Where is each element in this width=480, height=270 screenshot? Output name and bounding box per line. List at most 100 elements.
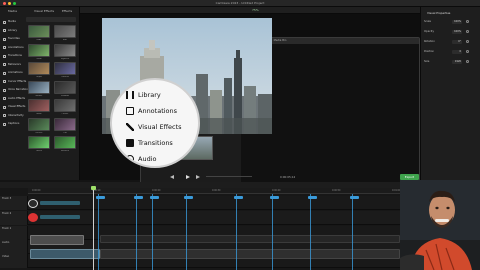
sidebar-item[interactable]: Behaviors [2, 61, 26, 69]
property-value-field[interactable]: 100% [452, 29, 462, 34]
ruler-time-label: 0:00:30 [212, 188, 221, 192]
timeline-marker-flag[interactable] [270, 196, 279, 199]
track-header[interactable]: Audio [0, 240, 28, 254]
tab-visual-effects[interactable]: Visual Effects [34, 8, 54, 15]
property-knob-icon[interactable] [466, 60, 469, 63]
timeline-marker[interactable] [352, 194, 353, 270]
effect-thumbnail[interactable] [28, 62, 50, 75]
sidebar-item-icon [3, 97, 6, 100]
scrub-bar[interactable] [206, 176, 252, 177]
property-label: Size [424, 60, 430, 63]
effect-thumbnail[interactable] [54, 43, 76, 57]
sidebar-item-icon [3, 88, 6, 92]
maximize-window-button[interactable] [13, 2, 16, 5]
sidebar-item[interactable]: Audio Effects [2, 95, 26, 103]
sidebar-item[interactable]: Voice Narration [2, 86, 28, 94]
sidebar-item[interactable]: Transitions [2, 52, 26, 60]
timeline-marker-flag[interactable] [96, 196, 105, 199]
effect-thumbnail[interactable] [28, 43, 50, 57]
effect-thumbnail[interactable] [54, 80, 76, 94]
library-icon [126, 91, 134, 99]
property-knob-icon[interactable] [466, 20, 469, 23]
track-header[interactable]: Track 2 [0, 211, 28, 225]
effect-thumbnail-label: Sepia [36, 76, 42, 78]
timeline-marker-flag[interactable] [150, 196, 159, 199]
effect-thumbnail-label: Green [35, 150, 43, 152]
video-clip[interactable] [30, 249, 100, 259]
property-value-field[interactable]: 1920 [452, 59, 462, 64]
sidebar-item-icon [3, 80, 6, 83]
sidebar-item[interactable]: Library [2, 27, 26, 35]
sidebar-item-icon [3, 20, 6, 24]
property-value-field[interactable]: 0° [452, 39, 462, 44]
sidebar-item[interactable]: Visual Effects [2, 103, 26, 111]
zoom-level[interactable]: 75% [252, 8, 259, 12]
sidebar-item-icon [3, 63, 6, 66]
video-clip-long[interactable] [100, 249, 400, 259]
property-knob-icon[interactable] [466, 30, 469, 33]
timeline-ruler[interactable]: 0:00:00 0:00:10 0:00:20 0:00:30 0:00:40 0:00:… [28, 188, 408, 194]
timeline-marker-flag[interactable] [134, 196, 143, 199]
effect-thumbnail[interactable] [28, 80, 50, 94]
timeline-marker-flag[interactable] [350, 196, 359, 199]
property-knob-icon[interactable] [466, 50, 469, 53]
tab-effects[interactable]: Effects [62, 8, 72, 15]
minimize-window-button[interactable] [8, 2, 11, 5]
effect-thumbnail[interactable] [54, 136, 76, 149]
effect-clip[interactable] [40, 215, 80, 219]
sidebar-item[interactable]: Cursor Effects [2, 78, 26, 86]
timeline-marker[interactable] [236, 194, 237, 270]
track-header[interactable]: Track 1 [0, 226, 28, 240]
webcam-presenter [400, 180, 480, 270]
effect-thumbnail[interactable] [54, 25, 76, 38]
timeline-marker-flag[interactable] [308, 196, 317, 199]
ruler-time-label: 0:00:40 [272, 188, 281, 192]
sidebar-item[interactable]: Media [2, 18, 26, 26]
search-input[interactable] [26, 17, 76, 22]
playhead-handle[interactable] [91, 186, 96, 190]
timeline-marker[interactable] [98, 194, 99, 270]
step-back-icon[interactable] [170, 175, 174, 179]
effect-thumbnail[interactable] [54, 99, 76, 112]
transitions-icon [126, 139, 134, 147]
effect-thumbnail[interactable] [28, 99, 50, 112]
timeline-marker[interactable] [272, 194, 273, 270]
effect-thumbnail[interactable] [28, 25, 50, 38]
sidebar-item-icon [3, 122, 6, 126]
property-knob-icon[interactable] [466, 40, 469, 43]
timeline-marker[interactable] [186, 194, 187, 270]
effect-thumbnail[interactable] [28, 117, 50, 131]
timeline-marker-flag[interactable] [184, 196, 193, 199]
effect-thumbnail[interactable] [54, 117, 76, 131]
sidebar-item[interactable]: Animations [2, 69, 26, 77]
effect-thumbnail-label: Mask [36, 113, 42, 115]
annotation-clip-circle[interactable] [28, 199, 38, 208]
track-header[interactable]: Video [0, 254, 28, 268]
effect-thumbnail-label: Vignette [60, 57, 70, 60]
play-icon[interactable] [186, 175, 190, 179]
tab-media[interactable]: Media [8, 8, 17, 15]
close-window-button[interactable] [3, 2, 6, 5]
property-value-field[interactable]: 0 [452, 49, 462, 54]
playhead[interactable] [91, 186, 96, 270]
track-header[interactable]: Track 3 [0, 196, 28, 210]
properties-title: Visual Properties [427, 11, 451, 15]
timeline-marker-flag[interactable] [234, 196, 243, 199]
property-value-field[interactable]: 100% [452, 19, 462, 24]
effect-thumbnail[interactable] [54, 62, 76, 75]
effect-thumbnail[interactable] [28, 136, 50, 149]
sidebar-item[interactable]: Interactivity [2, 112, 26, 120]
media-clip[interactable] [30, 235, 84, 245]
annotation-clip[interactable] [40, 201, 80, 205]
effect-thumbnail-label: Fade [36, 39, 42, 41]
sidebar-item[interactable]: Annotations [2, 44, 26, 52]
audio-clip[interactable] [100, 235, 400, 243]
timeline-marker[interactable] [152, 194, 153, 270]
property-label: Rotation [424, 40, 435, 43]
timeline-marker[interactable] [310, 194, 311, 270]
recording-clip-dot[interactable] [28, 213, 38, 222]
timeline-marker[interactable] [136, 194, 137, 270]
sidebar-item[interactable]: Favorites [2, 35, 26, 43]
sidebar-item[interactable]: Captions [2, 120, 26, 128]
step-forward-icon[interactable] [196, 175, 200, 179]
